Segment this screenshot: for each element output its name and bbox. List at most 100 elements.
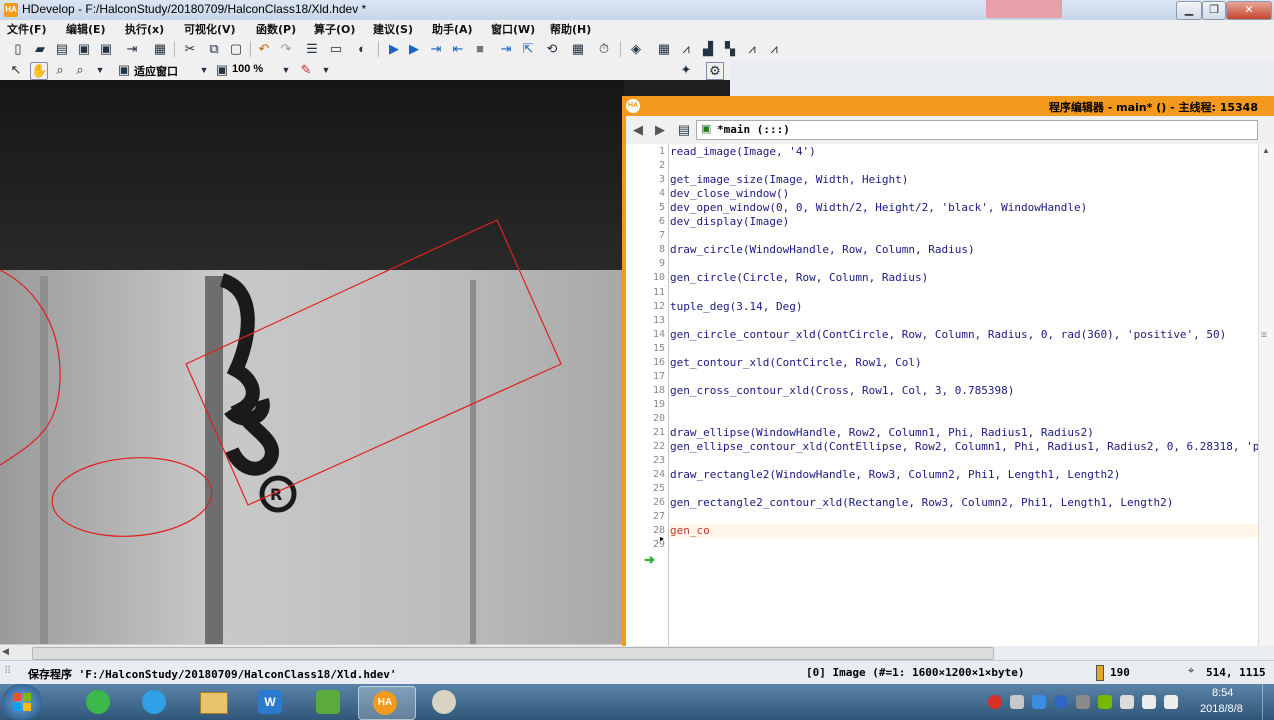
line-number[interactable]: 27 [626,511,665,522]
line-number[interactable]: 6 [626,216,665,227]
line-number[interactable]: 7 [626,230,665,241]
tray-volume-icon[interactable] [1164,695,1178,709]
copy-icon[interactable]: ⧉ [206,41,222,57]
reset-icon[interactable]: ⟲ [544,41,560,57]
run-to-insert-icon[interactable]: ▶ [406,41,422,57]
zoom-options-icon[interactable]: ⌕ [72,62,88,78]
redo-icon[interactable]: ↷ [278,41,294,57]
gray-histogram-icon[interactable]: ⩘ [766,41,782,57]
code-line[interactable]: tuple_deg(3.14, Deg) [670,300,802,313]
menu-suggestions[interactable]: 建议(S) [373,21,413,37]
stop-icon[interactable]: ■ [472,41,488,57]
step-into-icon[interactable]: ⇥ [498,41,514,57]
line-number[interactable]: 8 [626,244,665,255]
taskbar-app-video[interactable] [128,686,184,718]
code-area[interactable]: 1 2 3 4 5 6 7 8 9 10 11 12 13 14 15 16 17 18 19 20 21 22 23 24 2… [626,144,1274,646]
menu-edit[interactable]: 编辑(E) [66,21,106,37]
code-line[interactable]: gen_circle(Circle, Row, Column, Radius) [670,271,928,284]
chevron-down-icon[interactable]: ▼ [318,62,334,78]
chevron-down-icon[interactable]: ▼ [92,62,108,78]
zoom-level-value[interactable]: 100 % [232,63,263,75]
line-number[interactable]: 13 [626,315,665,326]
cut-icon[interactable]: ✂ [182,41,198,57]
clock-time[interactable]: 8:54 [1212,687,1233,699]
line-number[interactable]: 12 [626,301,665,312]
zoom-icon[interactable]: ⌕ [52,62,68,78]
tray-display-icon[interactable] [1120,695,1134,709]
line-number[interactable]: 10 [626,272,665,283]
scroll-up-icon[interactable]: ▲ [1262,146,1270,155]
menu-execute[interactable]: 执行(x) [125,21,164,37]
tray-bluetooth-icon[interactable] [1054,695,1068,709]
code-line[interactable]: dev_close_window() [670,187,789,200]
fit-window-icon[interactable]: ▣ [116,62,132,78]
code-line[interactable]: gen_co [670,524,710,537]
menu-functions[interactable]: 函数(P) [256,21,296,37]
timer-icon[interactable]: ⏱ [596,41,612,57]
line-number[interactable]: 11 [626,287,665,298]
start-button[interactable] [2,684,42,720]
code-line[interactable]: draw_ellipse(WindowHandle, Row2, Column1… [670,426,1094,439]
procedure-list-icon[interactable]: ▤ [676,122,692,138]
step-over-icon[interactable]: ⇥ [428,41,444,57]
menu-file[interactable]: 文件(F) [7,21,47,37]
line-number[interactable]: 25 [626,483,665,494]
save-as-icon[interactable]: ▣ [98,41,114,57]
clock-date[interactable]: 2018/8/8 [1200,703,1243,715]
graphics-canvas[interactable]: R [0,80,624,644]
code-line[interactable]: dev_display(Image) [670,215,789,228]
find-replace-icon[interactable]: ◐ [354,41,370,57]
taskbar-app-halcon[interactable]: HA [358,686,416,720]
properties-icon[interactable]: ▦ [152,41,168,57]
comment-icon[interactable]: ▭ [328,41,344,57]
back-icon[interactable]: ◀ [630,122,646,138]
tray-windows-icon[interactable] [1032,695,1046,709]
code-line[interactable]: get_contour_xld(ContCircle, Row1, Col) [670,356,922,369]
scroll-left-icon[interactable]: ◀ [2,646,9,657]
editor-vscrollbar[interactable]: ▲ ≡ [1258,144,1274,646]
line-number[interactable]: 5 [626,202,665,213]
line-number[interactable]: 14 [626,329,665,340]
fit-window-label[interactable]: 适应窗口 [134,63,178,79]
taskbar-app-explorer[interactable] [186,686,242,718]
settings-icon[interactable]: ⚙ [706,62,724,80]
pointer-icon[interactable]: ↖ [8,62,24,78]
maximize-button[interactable]: ❐ [1202,1,1226,20]
line-number[interactable]: 17 [626,371,665,382]
code-line[interactable]: read_image(Image, '4') [670,145,816,158]
code-line[interactable]: draw_circle(WindowHandle, Row, Column, R… [670,243,975,256]
tray-nvidia-icon[interactable] [1098,695,1112,709]
code-line[interactable]: gen_cross_contour_xld(Cross, Row1, Col, … [670,384,1014,397]
taskbar-app-paint[interactable] [418,686,474,718]
tray-signal-icon[interactable] [1142,695,1156,709]
variables-icon[interactable]: ▦ [570,41,586,57]
code-line[interactable]: dev_open_window(0, 0, Width/2, Height/2,… [670,201,1087,214]
taskbar-app-camtasia[interactable] [302,686,358,718]
line-number[interactable]: 21 [626,427,665,438]
procedure-selector[interactable]: ▣ *main (:::) [696,120,1258,140]
line-number[interactable]: 18 [626,385,665,396]
line-number[interactable]: 22 [626,441,665,452]
color-palette-icon[interactable]: ✎ [298,62,314,78]
taskbar-app-360[interactable] [72,686,128,718]
code-line[interactable]: gen_rectangle2_contour_xld(Rectangle, Ro… [670,496,1173,509]
code-line[interactable]: get_image_size(Image, Width, Height) [670,173,908,186]
menu-window[interactable]: 窗口(W) [491,21,535,37]
insert-icon[interactable]: ☰ [304,41,320,57]
line-number[interactable]: 15 [626,343,665,354]
scroll-thumb[interactable] [32,647,994,660]
histogram-icon[interactable]: ▟ [700,41,716,57]
save-icon[interactable]: ▣ [76,41,92,57]
open-examples-icon[interactable]: ▤ [54,41,70,57]
export-icon[interactable]: ⇥ [124,41,140,57]
menu-operators[interactable]: 算子(O) [314,21,355,37]
chevron-down-icon[interactable]: ▼ [196,62,212,78]
line-number[interactable]: 2 [626,160,665,171]
line-number[interactable]: 20 [626,413,665,424]
help-icon[interactable]: ◈ [628,41,644,57]
line-number[interactable]: 4 [626,188,665,199]
paste-icon[interactable]: ▢ [228,41,244,57]
tray-pen-icon[interactable] [1010,695,1024,709]
tray-network-icon[interactable] [1076,695,1090,709]
visualization-icon[interactable]: ▦ [656,41,672,57]
